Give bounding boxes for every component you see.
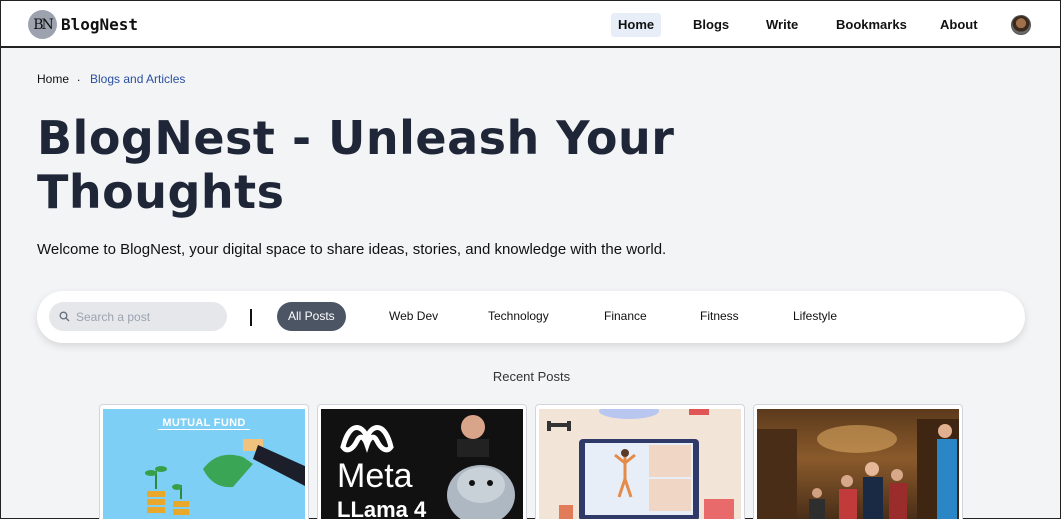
breadcrumb-separator: . [77, 70, 81, 84]
search-box [49, 302, 227, 331]
post-image-subtext: LLama 4 [337, 497, 427, 519]
nav-home[interactable]: Home [611, 13, 662, 37]
post-card-library[interactable] [753, 404, 963, 519]
navbar: BN BlogNest Home Blogs Write Bookmarks A… [1, 1, 1060, 48]
post-card-mutual-fund[interactable]: MUTUAL FUND [99, 404, 309, 519]
logo-mark: BN [28, 10, 57, 39]
nav-write[interactable]: Write [766, 13, 798, 37]
library-photo [757, 419, 959, 519]
recent-posts-heading: Recent Posts [492, 369, 571, 384]
post-image [757, 409, 959, 519]
post-card-fitness[interactable] [535, 404, 745, 519]
post-image: Meta LLama 4 [321, 409, 523, 519]
nav-bookmarks[interactable]: Bookmarks [836, 13, 907, 37]
fitness-illustration [547, 409, 734, 519]
category-fitness[interactable]: Fitness [700, 302, 739, 331]
category-technology[interactable]: Technology [488, 302, 549, 331]
post-image [539, 409, 741, 519]
post-image-text: Meta [337, 457, 413, 495]
breadcrumb-current[interactable]: Blogs and Articles [90, 72, 185, 86]
category-web-dev[interactable]: Web Dev [389, 302, 438, 331]
nav-about[interactable]: About [940, 13, 978, 37]
brand-logo[interactable]: BN BlogNest [28, 10, 138, 39]
category-all-posts[interactable]: All Posts [277, 302, 346, 331]
filter-divider [250, 309, 252, 326]
post-image: MUTUAL FUND [103, 409, 305, 519]
breadcrumb-home[interactable]: Home [37, 72, 69, 86]
nav-blogs[interactable]: Blogs [693, 13, 729, 37]
filter-bar: All Posts Web Dev Technology Finance Fit… [37, 291, 1025, 343]
user-avatar[interactable] [1011, 15, 1031, 35]
money-plant-illustration [145, 439, 305, 515]
search-input[interactable] [76, 309, 216, 324]
search-icon [59, 311, 70, 322]
brand-name: BlogNest [61, 15, 139, 34]
category-lifestyle[interactable]: Lifestyle [793, 302, 837, 331]
page-subtitle: Welcome to BlogNest, your digital space … [37, 241, 667, 258]
page-title: BlogNest - Unleash Your Thoughts [37, 111, 675, 219]
post-card-meta-llama[interactable]: Meta LLama 4 [317, 404, 527, 519]
category-finance[interactable]: Finance [604, 302, 647, 331]
